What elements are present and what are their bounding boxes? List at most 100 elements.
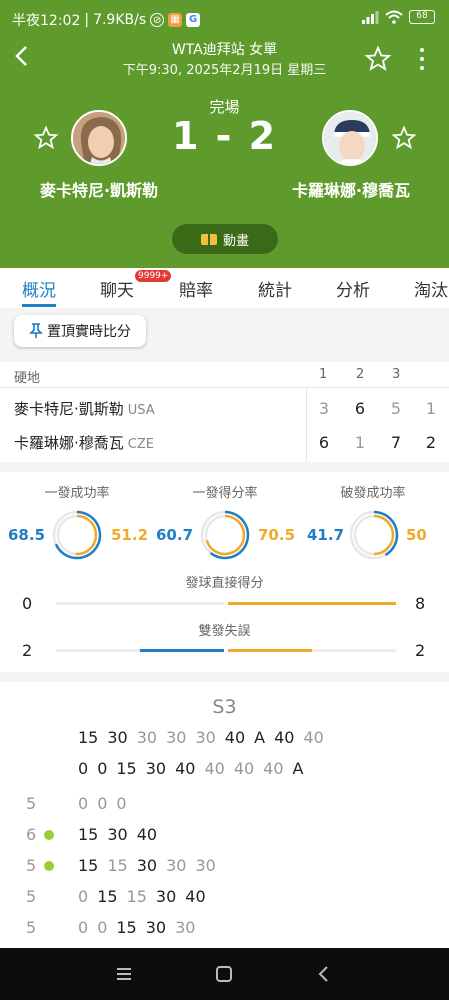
- point-score: 0: [116, 794, 127, 813]
- battery-icon: 68: [409, 10, 435, 24]
- menu-icon[interactable]: [112, 962, 136, 986]
- point-score: 0: [78, 759, 89, 778]
- separator: |: [84, 12, 90, 28]
- point-score: 15: [97, 887, 118, 906]
- active-tab-indicator: [22, 304, 56, 307]
- game-score: 6: [26, 825, 37, 844]
- stats-panel: 一發成功率 一發得分率 破發成功率 68.5 51.2 60.7 70.5 41…: [0, 472, 449, 672]
- player1-avatar[interactable]: [71, 110, 127, 166]
- df-right-track: [228, 649, 396, 652]
- tab-overview[interactable]: 概況: [22, 276, 56, 301]
- df-left-track: [56, 649, 224, 652]
- wifi-icon: [385, 10, 403, 24]
- tab-chat[interactable]: 聊天: [100, 276, 134, 301]
- point-score: 0: [78, 887, 89, 906]
- point-score: 30: [166, 728, 187, 747]
- set-header-2: 2: [356, 367, 365, 382]
- set-score-table: 硬地 1 2 3 麥卡特尼·凱斯勒 USA 3 6 5 1 卡羅琳娜·穆喬瓦 CZE…: [0, 362, 449, 462]
- serving-ball-icon: [44, 861, 54, 871]
- point-score: 30: [175, 918, 196, 937]
- match-header: 半夜12:02 | 7.9KB/s ⊘ ▦ G 68 WTA迪拜站 女單 下午9…: [0, 0, 449, 268]
- stat2-left: 60.7: [156, 526, 194, 544]
- point-score: 40: [303, 728, 324, 747]
- home-icon[interactable]: [212, 962, 236, 986]
- stat3-left: 41.7: [307, 526, 345, 544]
- more-menu-icon[interactable]: [414, 46, 430, 72]
- point-score: 0: [97, 918, 108, 937]
- stat1-ring: [52, 510, 102, 560]
- df-right-fill: [228, 649, 312, 652]
- tab-analysis[interactable]: 分析: [336, 276, 370, 301]
- stat3-right: 50: [406, 526, 427, 544]
- chat-count-badge: 9999+: [135, 270, 172, 282]
- divider: [306, 387, 307, 462]
- point-score: 30: [136, 728, 158, 747]
- point-sequence-row: 15 30 30 30 30 40 A 40 40: [78, 728, 333, 747]
- point-score: 40: [175, 759, 196, 778]
- point-score: 15: [126, 887, 147, 906]
- aces-right-fill: [228, 602, 396, 605]
- point-score: 40: [204, 759, 225, 778]
- p1-set2: 6: [354, 399, 366, 418]
- aces-left: 0: [22, 594, 33, 613]
- player1-row-label: 麥卡特尼·凱斯勒: [14, 400, 124, 418]
- point-score: 30: [107, 825, 128, 844]
- point-score: 0: [97, 794, 108, 813]
- point-score: 30: [195, 728, 216, 747]
- stat2-right: 70.5: [258, 526, 296, 544]
- double-faults-title: 雙發失誤: [198, 624, 251, 639]
- status-bar: 半夜12:02 | 7.9KB/s ⊘ ▦ G 68: [0, 0, 449, 38]
- player2-avatar[interactable]: [322, 110, 378, 166]
- point-score: 15: [78, 728, 99, 747]
- aces-right-track: [228, 602, 396, 605]
- stat2-ring: [200, 510, 250, 560]
- tab-stats[interactable]: 統計: [258, 276, 292, 301]
- p1-set1: 3: [318, 399, 330, 418]
- point-score: 40: [136, 825, 158, 844]
- set-header-1: 1: [319, 367, 328, 382]
- aces-left-track: [56, 602, 224, 605]
- p1-set3: 5: [390, 399, 402, 418]
- surface-label: 硬地: [14, 371, 41, 386]
- aces-title: 發球直接得分: [185, 576, 264, 591]
- p2-set2: 1: [354, 433, 366, 452]
- pin-icon: [29, 323, 43, 338]
- animation-button[interactable]: 動畫: [172, 224, 278, 254]
- point-score: 40: [233, 759, 255, 778]
- point-score: 0: [97, 759, 108, 778]
- tab-knockout[interactable]: 淘汰: [414, 276, 448, 301]
- favorite-star-icon[interactable]: [364, 45, 392, 73]
- stat1-left: 68.5: [8, 526, 46, 544]
- pin-label: 置頂實時比分: [47, 324, 131, 340]
- player2-star-icon[interactable]: [391, 125, 417, 151]
- player1-star-icon[interactable]: [33, 125, 59, 151]
- serving-ball-icon: [44, 830, 54, 840]
- right-arc: [75, 514, 98, 556]
- tab-odds[interactable]: 賠率: [179, 276, 213, 301]
- point-score: A: [254, 728, 266, 747]
- set-label: S3: [212, 696, 237, 718]
- player1-country: USA: [127, 403, 155, 418]
- court-icon: [200, 233, 217, 245]
- p1-total: 1: [425, 399, 437, 418]
- right-arc: [373, 514, 395, 556]
- pin-live-score-button[interactable]: 置頂實時比分: [14, 315, 146, 347]
- df-left-fill: [140, 649, 224, 652]
- google-icon: G: [186, 13, 201, 27]
- point-score: 15: [78, 856, 99, 875]
- player1-name[interactable]: 麥卡特尼·凱斯勒: [14, 177, 184, 201]
- point-score: 40: [185, 887, 206, 906]
- point-by-point: S3 15 30 30 30 30 40 A 40 40 0 0 15 30 40 40 40 40 A 5 0 0 0 6…: [0, 682, 449, 950]
- game-points-row: 000: [78, 794, 136, 813]
- back-nav-icon[interactable]: [312, 962, 336, 986]
- point-score: 30: [145, 759, 167, 778]
- player2-country: CZE: [127, 437, 154, 452]
- point-score: A: [292, 759, 304, 778]
- stat1-right: 51.2: [111, 526, 149, 544]
- p2-set3: 7: [390, 433, 402, 452]
- set-header-3: 3: [392, 367, 401, 382]
- player1-row-name: 麥卡特尼·凱斯勒 USA: [14, 398, 155, 419]
- player2-name[interactable]: 卡羅琳娜·穆喬瓦: [266, 177, 436, 201]
- point-sequence-row: 0 0 15 30 40 40 40 40 A: [78, 759, 312, 778]
- tab-bar: 概況 聊天 9999+ 賠率 統計 分析 淘汰: [0, 268, 449, 308]
